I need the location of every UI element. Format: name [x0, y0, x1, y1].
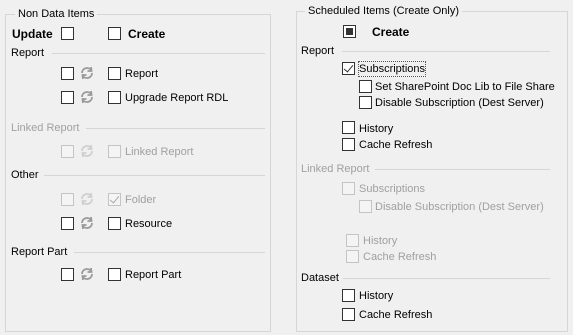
linked-cache-refresh-checkbox [346, 250, 359, 263]
update-report-part-checkbox[interactable] [61, 268, 74, 281]
folder-label: Folder [125, 194, 157, 206]
set-sharepoint-doc-lib-label: Set SharePoint Doc Lib to File Share [375, 81, 555, 93]
section-label-linked-report: Linked Report [11, 122, 80, 134]
report-disable-subscription-label: Disable Subscription (Dest Server) [375, 97, 544, 109]
section-divider [52, 53, 265, 54]
update-resource-checkbox[interactable] [61, 217, 74, 230]
dataset-cache-refresh-label: Cache Refresh [359, 309, 433, 321]
refresh-icon [81, 90, 93, 104]
linked-history-checkbox [346, 234, 359, 247]
section-divider [375, 169, 550, 170]
refresh-icon [81, 216, 93, 230]
section-divider [342, 51, 550, 52]
report-disable-subscription-checkbox[interactable] [359, 96, 372, 109]
refresh-icon [81, 66, 93, 80]
section-divider [86, 128, 265, 129]
create-folder-checkbox [108, 193, 121, 206]
linked-disable-subscription-label: Disable Subscription (Dest Server) [375, 201, 544, 213]
linked-subscriptions-label: Subscriptions [359, 183, 426, 195]
create-resource-checkbox[interactable] [108, 217, 121, 230]
dataset-history-checkbox[interactable] [342, 289, 355, 302]
linked-disable-subscription-checkbox [359, 200, 372, 213]
report-cache-refresh-label: Cache Refresh [359, 139, 433, 151]
section-label-scheduled-report: Report [301, 45, 335, 57]
update-upgrade-rdl-checkbox[interactable] [61, 91, 74, 104]
linked-cache-refresh-label: Cache Refresh [363, 251, 437, 263]
resource-label: Resource [125, 218, 173, 230]
refresh-icon [81, 267, 93, 281]
section-label-scheduled-linked-report: Linked Report [301, 163, 370, 175]
create-upgrade-rdl-checkbox[interactable] [108, 91, 121, 104]
update-all-checkbox[interactable] [61, 27, 74, 40]
section-label-dataset: Dataset [301, 272, 339, 284]
refresh-icon [81, 192, 93, 206]
create-report-checkbox[interactable] [108, 67, 121, 80]
linked-report-label: Linked Report [125, 146, 194, 158]
section-divider [74, 252, 265, 253]
report-subscriptions-checkbox[interactable] [342, 62, 355, 75]
create-linked-report-checkbox [108, 145, 121, 158]
report-part-label: Report Part [125, 269, 182, 281]
report-label: Report [125, 68, 159, 80]
linked-subscriptions-checkbox [342, 182, 355, 195]
update-header-label: Update [12, 27, 53, 41]
report-history-checkbox[interactable] [342, 121, 355, 134]
non-data-items-group: Non Data Items [5, 7, 271, 332]
scheduled-create-all-checkbox[interactable] [343, 25, 356, 38]
scheduled-items-title: Scheduled Items (Create Only) [305, 4, 463, 18]
section-divider [343, 278, 550, 279]
create-report-part-checkbox[interactable] [108, 268, 121, 281]
scheduled-create-header-label: Create [372, 25, 410, 39]
refresh-icon [81, 144, 93, 158]
section-label-report-part: Report Part [11, 246, 68, 258]
linked-history-label: History [363, 235, 398, 247]
update-linked-report-checkbox [61, 145, 74, 158]
section-label-other: Other [11, 169, 39, 181]
dataset-cache-refresh-checkbox[interactable] [342, 308, 355, 321]
update-report-checkbox[interactable] [61, 67, 74, 80]
set-sharepoint-doc-lib-checkbox[interactable] [359, 80, 372, 93]
report-subscriptions-label: Subscriptions [357, 61, 427, 77]
create-header-label: Create [128, 27, 166, 41]
upgrade-report-rdl-label: Upgrade Report RDL [125, 92, 229, 104]
update-folder-checkbox [61, 193, 74, 206]
section-label-report: Report [11, 47, 45, 59]
non-data-items-title: Non Data Items [15, 7, 98, 21]
create-all-checkbox[interactable] [108, 27, 121, 40]
report-history-label: History [359, 123, 394, 135]
report-cache-refresh-checkbox[interactable] [342, 138, 355, 151]
dataset-history-label: History [359, 290, 394, 302]
section-divider [44, 175, 265, 176]
